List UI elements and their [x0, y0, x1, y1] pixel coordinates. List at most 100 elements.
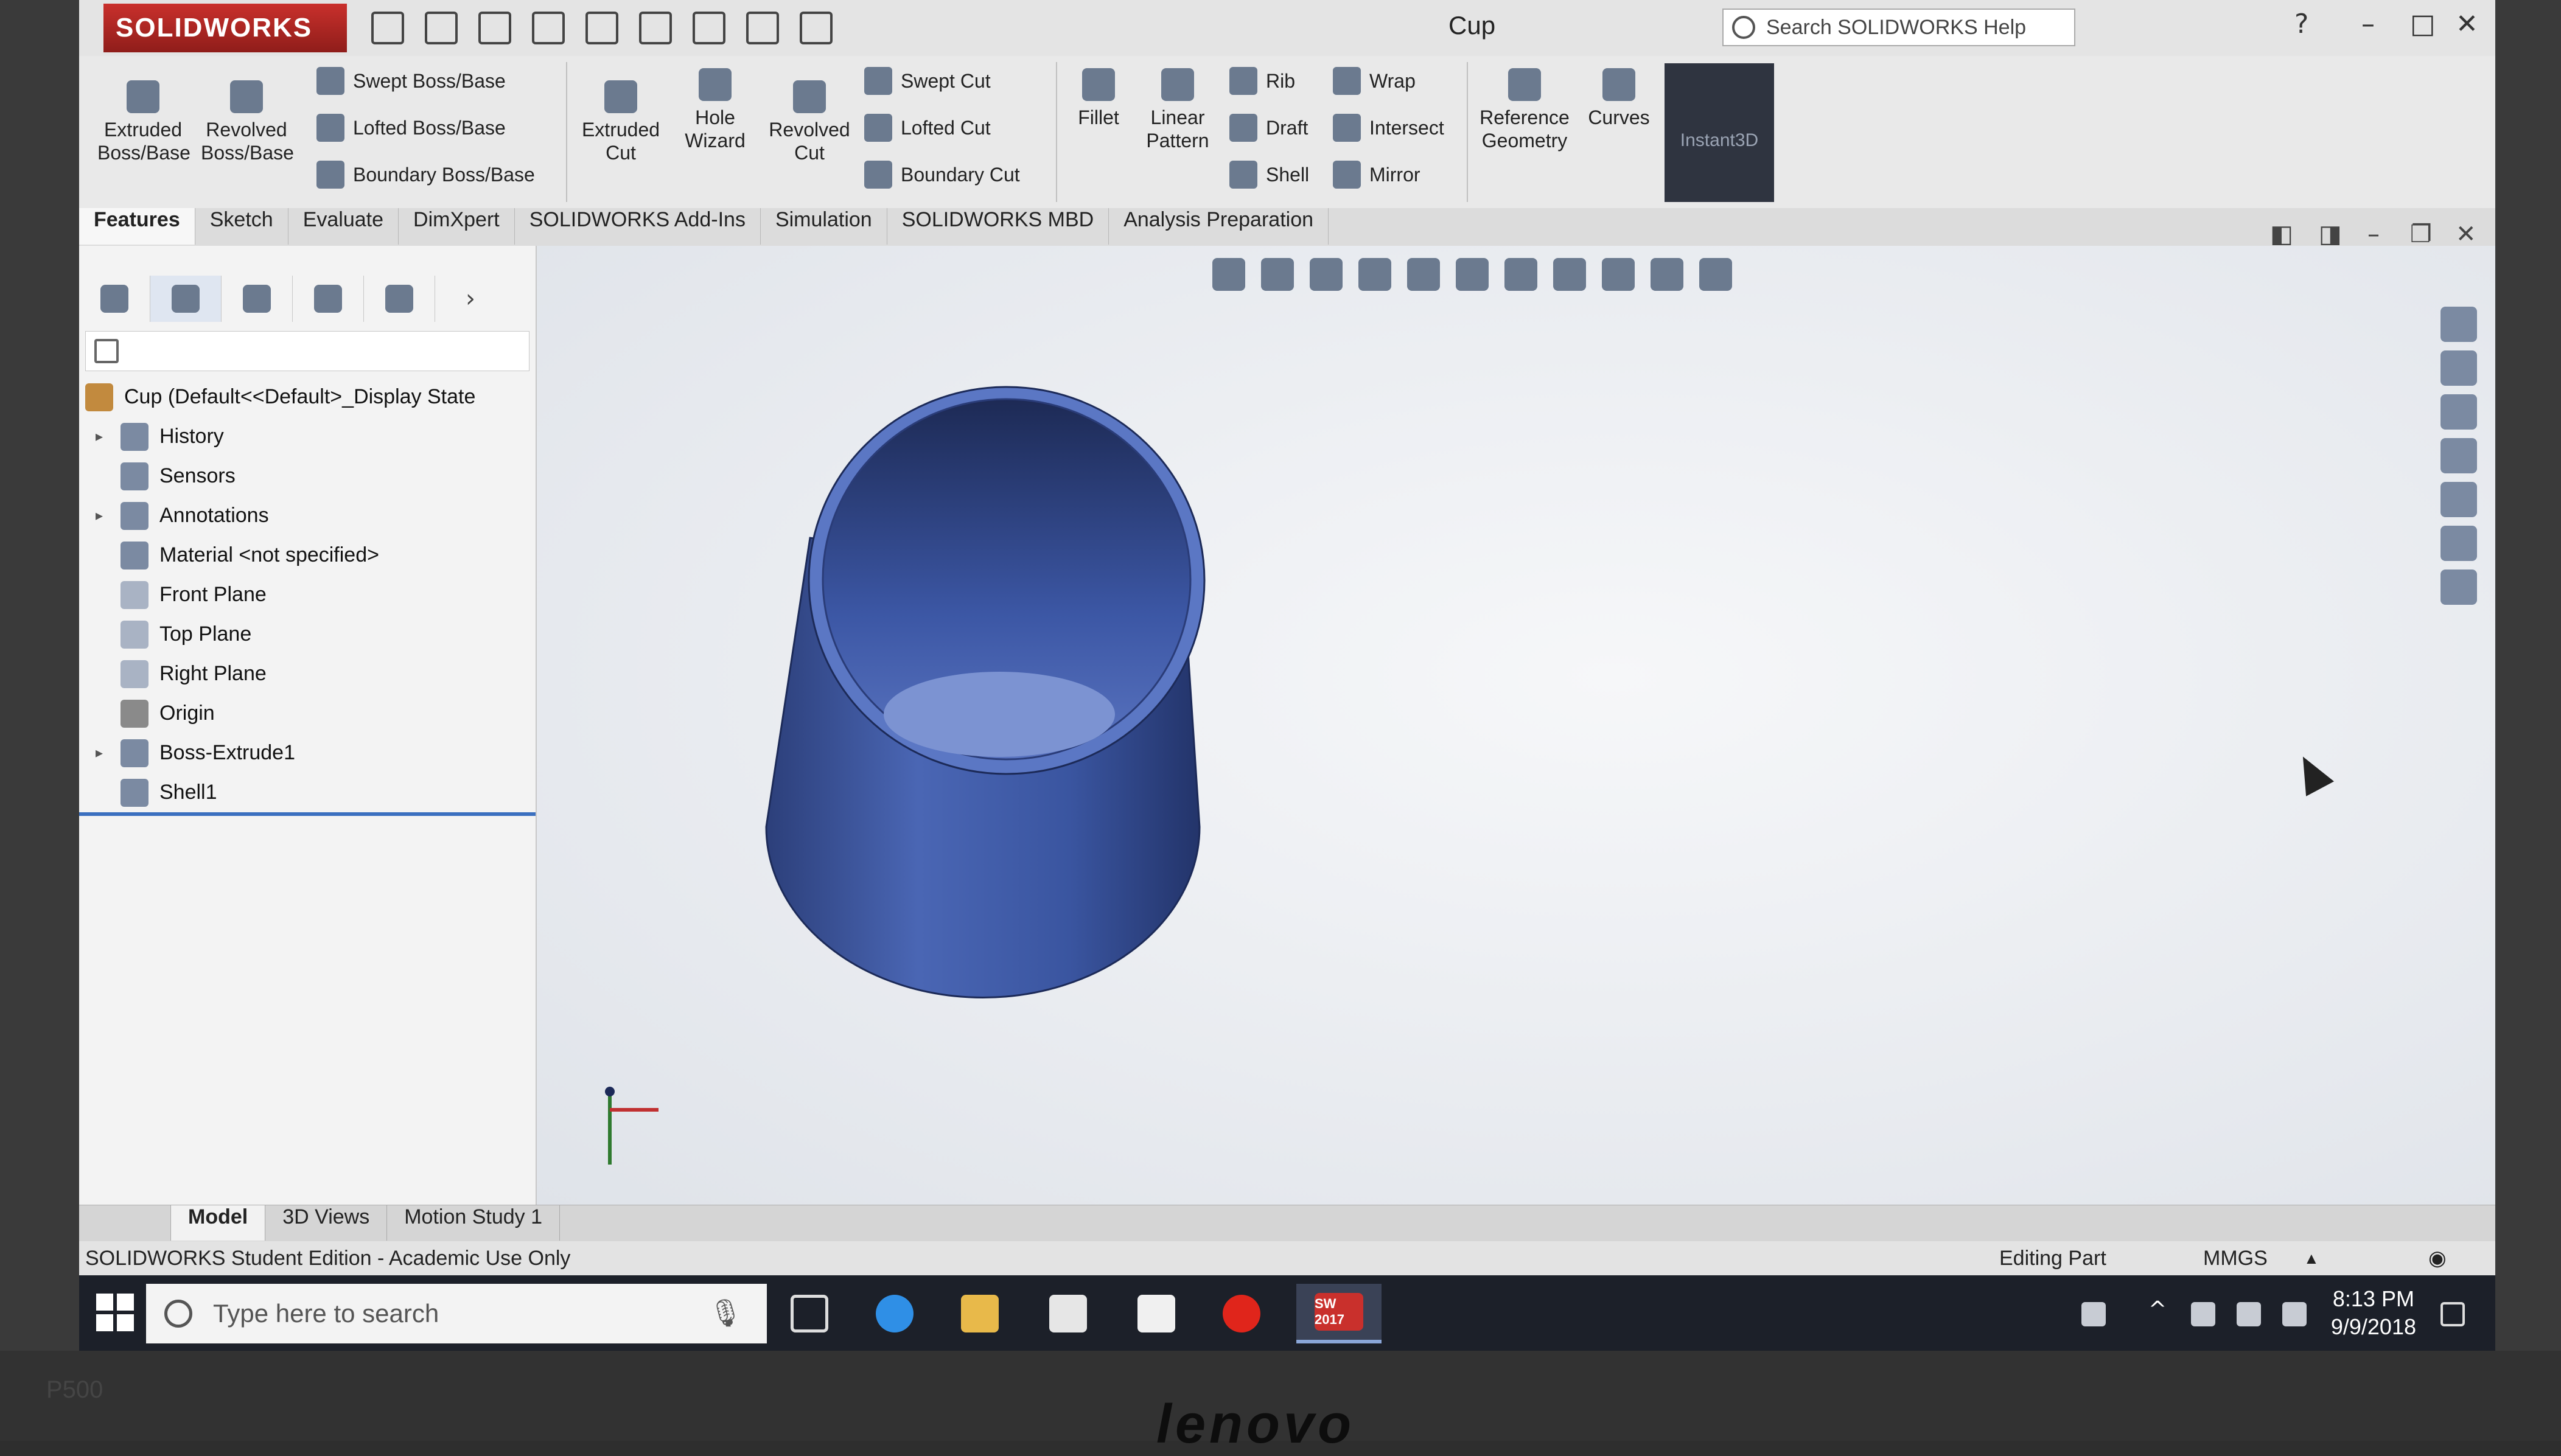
tree-item-material[interactable]: Material <not specified> [79, 535, 536, 575]
swept-boss-button[interactable]: Swept Boss/Base [316, 67, 506, 95]
tab-sketch[interactable]: Sketch [195, 208, 288, 245]
options-gear-icon[interactable] [800, 12, 833, 44]
windows-start-icon[interactable] [96, 1294, 134, 1331]
reference-geometry-button[interactable]: Reference Geometry [1473, 68, 1576, 152]
save-icon[interactable] [478, 12, 511, 44]
wrap-button[interactable]: Wrap [1333, 67, 1416, 95]
instant3d-button[interactable]: Instant3D [1665, 63, 1774, 202]
tab-model[interactable]: Model [171, 1205, 266, 1241]
solidworks-logo[interactable]: SOLIDWORKS [103, 4, 347, 52]
revolved-boss-button[interactable]: Revolved Boss/Base [201, 80, 294, 164]
tree-filter-input[interactable] [85, 331, 529, 371]
opera-icon[interactable] [1211, 1284, 1272, 1343]
new-document-icon[interactable] [371, 12, 404, 44]
tab-displaymanager[interactable] [364, 276, 435, 322]
extruded-cut-button[interactable]: Extruded Cut [575, 80, 666, 164]
doc-close-icon[interactable]: ✕ [2456, 220, 2476, 248]
tab-addins[interactable]: SOLIDWORKS Add-Ins [515, 208, 761, 245]
show-hidden-icons-icon[interactable]: ^ [2148, 1297, 2173, 1322]
onedrive-icon[interactable] [2191, 1302, 2215, 1326]
minimize-icon[interactable]: – [2361, 9, 2375, 40]
draft-button[interactable]: Draft [1229, 114, 1308, 142]
revolved-cut-button[interactable]: Revolved Cut [764, 80, 855, 164]
units-selector[interactable]: MMGS [2203, 1241, 2268, 1275]
microphone-icon[interactable]: 🎙 [708, 1284, 742, 1343]
file-properties-icon[interactable] [746, 12, 779, 44]
boundary-boss-button[interactable]: Boundary Boss/Base [316, 161, 535, 189]
file-explorer-taskbar-icon[interactable] [949, 1284, 1010, 1343]
mail-icon[interactable] [1126, 1284, 1187, 1343]
tab-dimxpert[interactable]: DimXpert [399, 208, 515, 245]
edge-browser-icon[interactable] [864, 1284, 925, 1343]
close-icon[interactable]: ✕ [2456, 9, 2478, 40]
tree-item-sensors[interactable]: Sensors [79, 456, 536, 496]
volume-icon[interactable] [2237, 1302, 2261, 1326]
task-view-icon[interactable] [779, 1284, 840, 1343]
tab-motion-study-1[interactable]: Motion Study 1 [387, 1205, 561, 1241]
forum-icon[interactable] [2440, 570, 2477, 605]
tab-3d-views[interactable]: 3D Views [265, 1205, 388, 1241]
shell-button[interactable]: Shell [1229, 161, 1309, 189]
tree-item-origin[interactable]: Origin [79, 694, 536, 733]
action-center-icon[interactable] [2440, 1302, 2465, 1326]
intersect-button[interactable]: Intersect [1333, 114, 1444, 142]
taskbar-clock[interactable]: 8:13 PM 9/9/2018 [2331, 1285, 2416, 1341]
cup-model[interactable] [537, 246, 2495, 1205]
store-icon[interactable] [1038, 1284, 1099, 1343]
swept-cut-button[interactable]: Swept Cut [864, 67, 991, 95]
taskbar-search-input[interactable]: Type here to search 🎙 [146, 1284, 767, 1343]
doc-restore-left-icon[interactable]: ◧ [2270, 220, 2293, 248]
tab-evaluate[interactable]: Evaluate [288, 208, 399, 245]
tab-propertymanager[interactable] [150, 276, 222, 322]
tree-item-front-plane[interactable]: Front Plane [79, 575, 536, 615]
tree-root-cup[interactable]: Cup (Default<<Default>_Display State [79, 377, 536, 417]
tree-item-history[interactable]: ▸ History [79, 417, 536, 456]
expand-arrow-icon[interactable]: ▸ [90, 744, 108, 762]
design-library-icon[interactable] [2440, 350, 2477, 386]
doc-maximize-icon[interactable]: ❐ [2410, 220, 2432, 248]
tree-item-top-plane[interactable]: Top Plane [79, 615, 536, 654]
rib-button[interactable]: Rib [1229, 67, 1295, 95]
tree-item-annotations[interactable]: ▸ Annotations [79, 496, 536, 535]
open-icon[interactable] [425, 12, 458, 44]
expand-arrow-icon[interactable]: ▸ [90, 507, 108, 524]
tab-features[interactable]: Features [79, 208, 195, 245]
lofted-boss-button[interactable]: Lofted Boss/Base [316, 114, 506, 142]
people-icon[interactable] [2081, 1302, 2106, 1326]
help-menu-icon[interactable]: ? [2294, 9, 2308, 40]
linear-pattern-button[interactable]: Linear Pattern [1138, 68, 1217, 152]
wifi-icon[interactable] [2282, 1302, 2307, 1326]
tab-scroll-arrows[interactable] [79, 1205, 171, 1241]
graphics-area[interactable] [537, 246, 2495, 1205]
tab-simulation[interactable]: Simulation [761, 208, 887, 245]
tree-item-right-plane[interactable]: Right Plane [79, 654, 536, 694]
home-icon[interactable] [2440, 307, 2477, 342]
rebuild-status-icon[interactable]: ◉ [2428, 1241, 2447, 1275]
solidworks-taskbar-app[interactable]: SW 2017 [1296, 1284, 1382, 1343]
doc-restore-right-icon[interactable]: ◨ [2319, 220, 2342, 248]
file-explorer-icon[interactable] [2440, 394, 2477, 430]
extruded-boss-button[interactable]: Extruded Boss/Base [97, 80, 190, 164]
rebuild-icon[interactable] [693, 12, 725, 44]
doc-minimize-icon[interactable]: – [2367, 220, 2380, 248]
curves-button[interactable]: Curves [1582, 68, 1655, 129]
tab-dimxpertmanager[interactable] [293, 276, 364, 322]
appearances-icon[interactable] [2440, 482, 2477, 517]
tree-item-shell1[interactable]: Shell1 [79, 773, 536, 816]
units-caret-icon[interactable]: ▲ [2304, 1241, 2319, 1275]
select-icon[interactable] [639, 12, 672, 44]
tab-featuremanager[interactable] [79, 276, 150, 322]
chevron-right-icon[interactable]: › [435, 276, 506, 322]
tab-configurationmanager[interactable] [222, 276, 293, 322]
lofted-cut-button[interactable]: Lofted Cut [864, 114, 991, 142]
tab-analysis-preparation[interactable]: Analysis Preparation [1109, 208, 1329, 245]
expand-arrow-icon[interactable]: ▸ [90, 428, 108, 445]
hole-wizard-button[interactable]: Hole Wizard [673, 68, 758, 152]
help-search-input[interactable]: Search SOLIDWORKS Help [1722, 9, 2075, 46]
maximize-icon[interactable]: □ [2410, 9, 2436, 40]
print-icon[interactable] [532, 12, 565, 44]
view-palette-icon[interactable] [2440, 438, 2477, 473]
mirror-button[interactable]: Mirror [1333, 161, 1420, 189]
tree-item-boss-extrude1[interactable]: ▸ Boss-Extrude1 [79, 733, 536, 773]
custom-properties-icon[interactable] [2440, 526, 2477, 561]
